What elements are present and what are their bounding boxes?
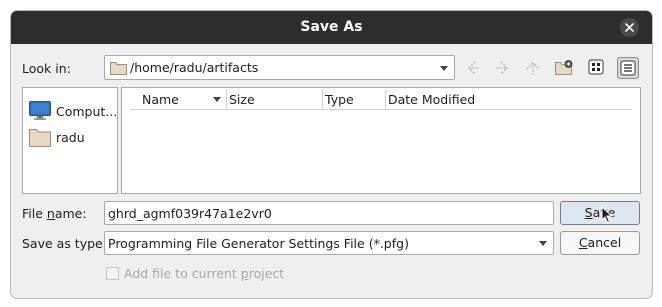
close-icon (625, 23, 634, 32)
close-button[interactable] (620, 18, 639, 37)
column-header-name[interactable]: Name (136, 90, 227, 109)
cancel-button[interactable]: Cancel (560, 231, 640, 255)
folder-icon (110, 62, 127, 75)
column-header-label: Date Modified (388, 92, 476, 107)
computer-icon (29, 101, 51, 120)
sidebar-item-label: radu (56, 130, 85, 145)
column-header-label: Type (325, 92, 354, 107)
list-view-button[interactable] (586, 57, 606, 77)
chevron-down-icon (440, 65, 448, 71)
save-as-type-label: Save as type: (22, 236, 107, 251)
file-list[interactable]: Name Size Type Date Modified (121, 87, 641, 194)
mouse-cursor-icon (601, 206, 613, 224)
forward-icon[interactable] (492, 57, 514, 79)
save-as-dialog: Save As Look in: /home/radu/artifacts Co… (10, 10, 653, 299)
detail-view-icon (620, 60, 636, 76)
save-as-type-combo[interactable]: Programming File Generator Settings File… (104, 231, 554, 255)
dialog-title: Save As (300, 19, 363, 35)
column-header-label: Size (229, 92, 255, 107)
new-folder-icon[interactable] (553, 57, 575, 79)
header-divider (130, 109, 632, 110)
detail-view-button[interactable] (617, 57, 639, 79)
add-to-project-label: Add file to current project (124, 266, 285, 281)
column-header-type[interactable]: Type (323, 90, 386, 109)
title-bar: Save As (11, 11, 652, 44)
sidebar-item-label: Comput... (56, 104, 118, 119)
save-button[interactable]: Save (560, 201, 640, 225)
sort-down-icon (213, 97, 221, 102)
parent-directory-icon[interactable] (522, 57, 544, 79)
look-in-combo[interactable]: /home/radu/artifacts (104, 55, 455, 80)
grid-view-icon (588, 59, 604, 75)
look-in-path: /home/radu/artifacts (130, 60, 259, 75)
file-name-field[interactable]: ghrd_agmf039r47a1e2vr0 (104, 201, 554, 225)
save-as-type-value: Programming File Generator Settings File… (108, 236, 409, 251)
look-in-label: Look in: (22, 61, 71, 76)
column-header-date-modified[interactable]: Date Modified (386, 90, 632, 109)
column-header-label: Name (142, 92, 179, 107)
folder-icon (29, 129, 51, 147)
file-name-label: File name: (22, 206, 87, 221)
column-header-size[interactable]: Size (227, 90, 323, 109)
chevron-down-icon (539, 241, 547, 246)
back-icon[interactable] (462, 57, 484, 79)
add-to-project-checkbox[interactable] (106, 267, 119, 280)
sidebar-item-computer[interactable]: Comput... (26, 100, 118, 124)
file-name-value: ghrd_agmf039r47a1e2vr0 (108, 206, 272, 221)
sidebar-item-radu[interactable]: radu (26, 126, 114, 150)
sidebar: Comput... radu (22, 87, 118, 194)
